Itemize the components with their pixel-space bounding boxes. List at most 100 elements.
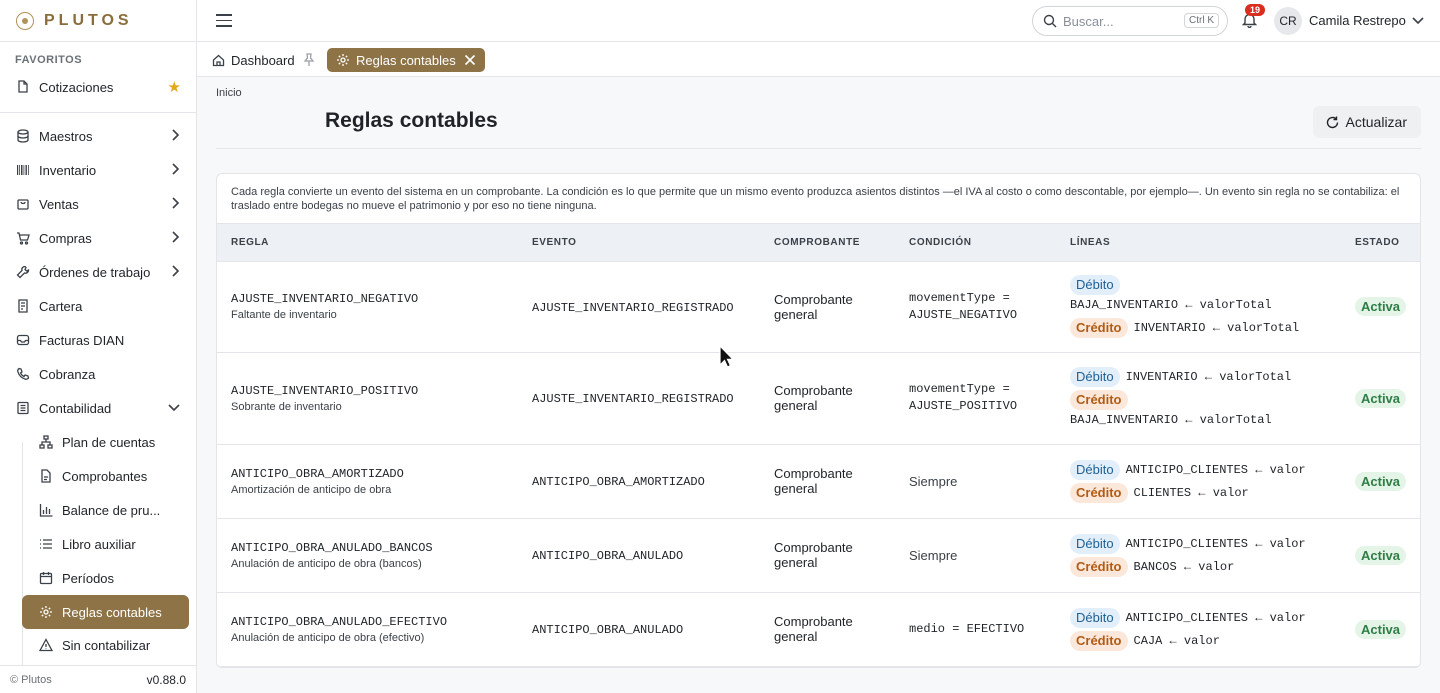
cart-icon bbox=[15, 230, 31, 246]
status-badge: Activa bbox=[1355, 545, 1407, 565]
gear-icon bbox=[38, 604, 54, 620]
rule-code: ANTICIPO_OBRA_ANULADO_EFECTIVO bbox=[231, 614, 448, 629]
column-header-regla[interactable]: REGLA bbox=[217, 224, 518, 262]
search-input[interactable]: Buscar... Ctrl K bbox=[1032, 6, 1228, 36]
sidebar-item-label: Facturas DIAN bbox=[39, 332, 125, 348]
shopping-bag-icon bbox=[15, 196, 31, 212]
sidebar-item-cartera[interactable]: Cartera bbox=[0, 289, 196, 323]
sidebar-item-libro-auxiliar[interactable]: Libro auxiliar bbox=[22, 527, 196, 561]
chevron-down-icon[interactable] bbox=[1412, 12, 1424, 31]
avatar[interactable]: CR bbox=[1274, 7, 1302, 35]
sidebar-item-label: Órdenes de trabajo bbox=[39, 264, 151, 280]
sidebar-item-reglas-contables[interactable]: Reglas contables bbox=[22, 595, 189, 629]
column-header-lineas[interactable]: LÍNEAS bbox=[1056, 224, 1341, 262]
sidebar-item-label: Sin contabilizar bbox=[62, 638, 151, 653]
entry-line: Débito ANTICIPO_CLIENTES ← valor bbox=[1070, 459, 1327, 480]
entry-text: CAJA ← valor bbox=[1133, 633, 1220, 648]
sidebar-item-label: Cotizaciones bbox=[39, 79, 114, 95]
main-content: Inicio Reglas contables Actualizar Cada … bbox=[197, 77, 1440, 693]
cell-regla: ANTICIPO_OBRA_ANULADO_EFECTIVO Anulación … bbox=[217, 592, 518, 667]
cell-comprobante: Comprobante general bbox=[760, 352, 895, 445]
pin-icon[interactable] bbox=[303, 53, 315, 67]
cell-lineas: Débito INVENTARIO ← valorTotal Crédito BAJA… bbox=[1056, 352, 1341, 445]
cell-condicion: Siempre bbox=[895, 444, 1056, 519]
event-code: ANTICIPO_OBRA_AMORTIZADO bbox=[532, 475, 705, 489]
sidebar-item-ordenes-de-trabajo[interactable]: Órdenes de trabajo bbox=[0, 255, 196, 289]
condition: movementType = AJUSTE_NEGATIVO bbox=[909, 290, 1018, 322]
book-icon bbox=[15, 400, 31, 416]
cell-regla: ANTICIPO_OBRA_AMORTIZADO Amortización de … bbox=[217, 444, 518, 519]
column-header-comprobante[interactable]: COMPROBANTE bbox=[760, 224, 895, 262]
search-shortcut: Ctrl K bbox=[1184, 13, 1219, 28]
entry-line: Crédito CLIENTES ← valor bbox=[1070, 482, 1327, 503]
cell-lineas: Débito ANTICIPO_CLIENTES ← valor Crédito CA… bbox=[1056, 592, 1341, 667]
sidebar-item-balance-de-prueba[interactable]: Balance de pru... bbox=[22, 493, 196, 527]
sidebar-item-label: Inventario bbox=[39, 162, 97, 178]
username[interactable]: Camila Restrepo bbox=[1309, 13, 1406, 28]
document-icon bbox=[38, 468, 54, 484]
wrench-icon bbox=[15, 264, 31, 280]
event-code: AJUSTE_INVENTARIO_REGISTRADO bbox=[532, 392, 734, 406]
entry-text: INVENTARIO ← valorTotal bbox=[1125, 369, 1292, 384]
database-icon bbox=[15, 128, 31, 144]
table-row[interactable]: AJUSTE_INVENTARIO_POSITIVO Sobrante de in… bbox=[217, 352, 1420, 445]
condition: movementType = AJUSTE_POSITIVO bbox=[909, 382, 1018, 413]
tab-label: Dashboard bbox=[231, 52, 295, 68]
sidebar-item-cotizaciones[interactable]: Cotizaciones ★ bbox=[0, 70, 196, 104]
table-row[interactable]: ANTICIPO_OBRA_AMORTIZADO Amortización de … bbox=[217, 444, 1420, 519]
list-icon bbox=[38, 536, 54, 552]
sidebar-item-compras[interactable]: Compras bbox=[0, 221, 196, 255]
status-badge: Activa bbox=[1355, 619, 1407, 639]
search-icon bbox=[1043, 14, 1057, 28]
sidebar: PLUTOS FAVORITOS Cotizaciones ★ Maestros… bbox=[0, 0, 197, 693]
sidebar-item-periodos[interactable]: Períodos bbox=[22, 561, 196, 595]
table-row[interactable]: ANTICIPO_OBRA_ANULADO_EFECTIVO Anulación … bbox=[217, 592, 1420, 667]
sidebar-item-inventario[interactable]: Inventario bbox=[0, 153, 196, 187]
sidebar-item-label: Ventas bbox=[39, 196, 79, 212]
column-header-estado[interactable]: ESTADO bbox=[1341, 224, 1420, 262]
sidebar-item-ventas[interactable]: Ventas bbox=[0, 187, 196, 221]
sidebar-item-cobranza[interactable]: Cobranza bbox=[0, 357, 196, 391]
refresh-button[interactable]: Actualizar bbox=[1312, 106, 1421, 138]
favorites-label: FAVORITOS bbox=[15, 54, 83, 66]
warning-icon bbox=[38, 637, 54, 653]
cell-comprobante: Comprobante general bbox=[760, 261, 895, 353]
column-header-evento[interactable]: EVENTO bbox=[518, 224, 760, 262]
search-placeholder: Buscar... bbox=[1063, 13, 1114, 29]
entry-text: BAJA_INVENTARIO ← valorTotal bbox=[1070, 412, 1272, 427]
tab-label: Reglas contables bbox=[356, 52, 456, 68]
rules-table: REGLA EVENTO COMPROBANTE CONDICIÓN LÍNEA… bbox=[217, 224, 1420, 667]
table-row[interactable]: AJUSTE_INVENTARIO_NEGATIVO Faltante de in… bbox=[217, 261, 1420, 353]
menu-icon[interactable] bbox=[216, 14, 232, 27]
brand[interactable]: PLUTOS bbox=[0, 0, 196, 42]
tab-dashboard[interactable]: Dashboard bbox=[212, 48, 315, 72]
receipt-icon bbox=[15, 298, 31, 314]
breadcrumb[interactable]: Inicio bbox=[216, 87, 242, 99]
cell-condicion: movementType = AJUSTE_NEGATIVO bbox=[895, 261, 1056, 353]
column-header-condicion[interactable]: CONDICIÓN bbox=[895, 224, 1056, 262]
table-row[interactable]: ANTICIPO_OBRA_ANULADO_BANCOS Anulación de… bbox=[217, 518, 1420, 593]
phone-icon bbox=[15, 366, 31, 382]
sidebar-item-comprobantes[interactable]: Comprobantes bbox=[22, 459, 196, 493]
cell-estado: Activa bbox=[1341, 444, 1420, 519]
plutos-logo-icon bbox=[16, 11, 34, 30]
entry-text: INVENTARIO ← valorTotal bbox=[1133, 321, 1300, 335]
sidebar-item-plan-de-cuentas[interactable]: Plan de cuentas bbox=[22, 425, 196, 459]
star-icon[interactable]: ★ bbox=[168, 78, 181, 96]
chevron-right-icon bbox=[170, 230, 180, 246]
sidebar-item-label: Contabilidad bbox=[39, 400, 112, 416]
tab-reglas-contables[interactable]: Reglas contables bbox=[327, 48, 485, 72]
chevron-right-icon bbox=[170, 264, 180, 280]
event-code: AJUSTE_INVENTARIO_REGISTRADO bbox=[532, 300, 734, 315]
rule-description: Faltante de inventario bbox=[231, 309, 337, 321]
file-edit-icon bbox=[15, 79, 31, 95]
sidebar-item-contabilidad[interactable]: Contabilidad bbox=[0, 391, 196, 425]
credit-badge: Crédito bbox=[1070, 556, 1128, 577]
close-icon[interactable] bbox=[464, 54, 476, 66]
sidebar-item-maestros[interactable]: Maestros bbox=[0, 119, 196, 153]
sidebar-item-facturas-dian[interactable]: Facturas DIAN bbox=[0, 323, 196, 357]
sidebar-item-sin-contabilizar[interactable]: Sin contabilizar bbox=[22, 629, 196, 653]
chevron-right-icon bbox=[170, 162, 180, 178]
sidebar-item-label: Cobranza bbox=[39, 366, 96, 382]
notification-badge: 19 bbox=[1245, 4, 1266, 16]
